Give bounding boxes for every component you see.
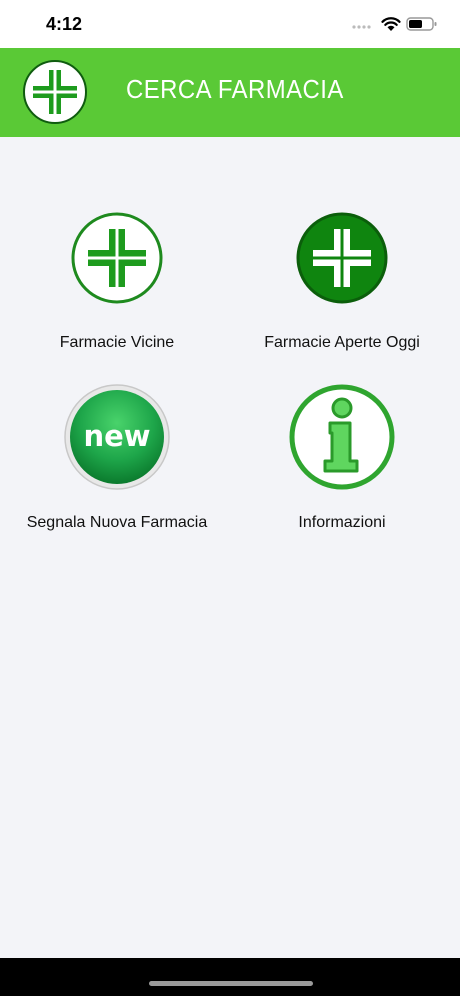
menu-label: Informazioni	[298, 514, 386, 531]
wifi-icon	[381, 17, 401, 31]
menu-label: Farmacie Vicine	[59, 334, 175, 351]
pharmacy-cross-icon[interactable]	[22, 59, 88, 125]
pharmacy-cross-outline-icon	[71, 212, 163, 304]
new-badge-icon: new	[64, 384, 170, 490]
status-time: 4:12	[46, 14, 83, 34]
menu-item-farmacie-vicine[interactable]: Farmacie Vicine	[2, 212, 232, 362]
home-indicator[interactable]	[149, 981, 313, 986]
menu-item-informazioni[interactable]: Informazioni	[227, 383, 457, 533]
menu-item-segnala-nuova-farmacia[interactable]: new Segnala Nuova Farmacia	[2, 383, 232, 533]
pharmacy-cross-filled-icon	[296, 212, 388, 304]
menu-item-farmacie-aperte-oggi[interactable]: Farmacie Aperte Oggi	[227, 212, 457, 362]
battery-icon	[406, 17, 437, 31]
app-header: CERCA FARMACIA	[0, 48, 460, 137]
info-icon	[289, 384, 395, 490]
status-bar: 4:12	[0, 0, 460, 48]
menu-label: Farmacie Aperte Oggi	[264, 334, 420, 351]
home-bar-area	[0, 958, 460, 996]
signal-icon	[352, 25, 371, 29]
new-badge-text: new	[83, 419, 150, 453]
menu-label: Segnala Nuova Farmacia	[26, 514, 208, 531]
app-title: CERCA FARMACIA	[126, 74, 344, 104]
